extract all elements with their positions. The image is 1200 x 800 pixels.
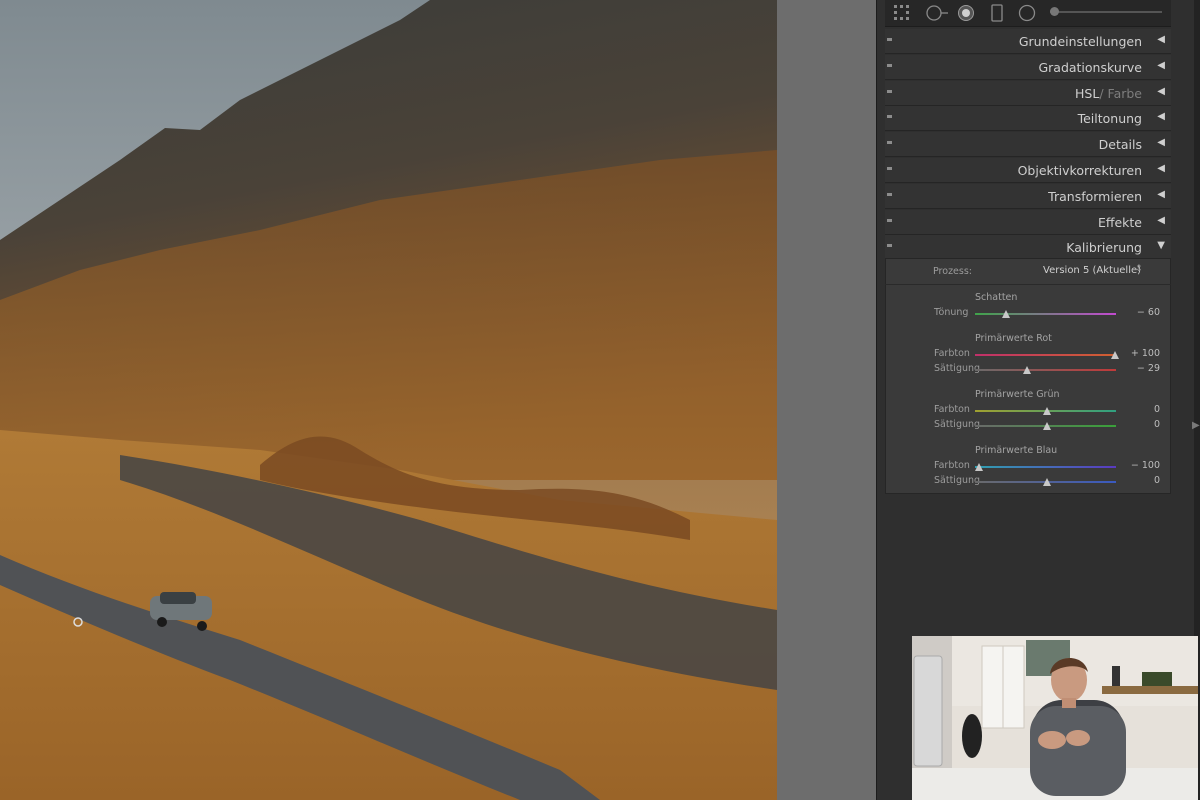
collapse-right-icon[interactable]: ▶ <box>1192 420 1200 431</box>
presenter-video <box>912 636 1198 800</box>
collapsed-arrow-icon[interactable]: ◀ <box>1157 137 1165 148</box>
section-kalibrierung[interactable]: Kalibrierung ▼ <box>885 235 1171 260</box>
slider-label: Sättigung <box>934 363 981 374</box>
grid-crop-icon[interactable] <box>893 4 911 22</box>
slider-value[interactable]: + 100 <box>1120 348 1160 359</box>
collapsed-arrow-icon[interactable]: ◀ <box>1157 86 1165 97</box>
slider-value[interactable]: 0 <box>1120 475 1160 486</box>
section-toggle-icon[interactable] <box>887 38 892 41</box>
section-label: Grundeinstellungen <box>1018 34 1142 49</box>
section-label: Kalibrierung <box>1066 240 1142 255</box>
section-teiltonung[interactable]: Teiltonung ◀ <box>885 106 1171 131</box>
slider-thumb[interactable] <box>1023 366 1032 374</box>
group-title: Primärwerte Blau <box>975 444 1058 456</box>
slider-thumb[interactable] <box>1111 350 1119 359</box>
section-label: Effekte <box>1097 215 1142 230</box>
slider-track[interactable] <box>975 313 1116 315</box>
graduated-filter-icon[interactable] <box>988 4 1006 22</box>
select-arrows-icon: ⇕ <box>1135 264 1143 274</box>
slider-label: Farbton <box>934 347 970 359</box>
collapsed-arrow-icon[interactable]: ◀ <box>1157 111 1165 122</box>
slider-label: Farbton <box>934 403 970 415</box>
webcam-overlay <box>912 636 1198 800</box>
slider-thumb[interactable] <box>975 462 983 471</box>
radial-filter-icon[interactable] <box>1018 4 1036 22</box>
section-toggle-icon[interactable] <box>887 167 892 170</box>
slider-value[interactable]: − 29 <box>1120 363 1160 374</box>
section-toggle-icon[interactable] <box>887 219 892 222</box>
spot-removal-icon[interactable] <box>925 4 949 22</box>
group-title: Primärwerte Rot <box>975 332 1052 344</box>
collapsed-arrow-icon[interactable]: ◀ <box>1157 163 1165 174</box>
slider-thumb[interactable] <box>1043 422 1051 430</box>
slider-label: Sättigung <box>934 475 981 486</box>
section-label: Teiltonung <box>1077 111 1142 126</box>
process-select[interactable]: Version 5 (Aktuelle) <box>1043 265 1141 276</box>
collapsed-arrow-icon[interactable]: ◀ <box>1157 215 1165 226</box>
section-label: HSL/ Farbe <box>1075 86 1142 101</box>
section-transformieren[interactable]: Transformieren ◀ <box>885 184 1171 209</box>
section-effekte[interactable]: Effekte ◀ <box>885 210 1171 235</box>
redeye-icon[interactable] <box>957 4 975 22</box>
section-details[interactable]: Details ◀ <box>885 132 1171 157</box>
section-toggle-icon[interactable] <box>887 90 892 93</box>
section-toggle-icon[interactable] <box>887 193 892 196</box>
group-title: Primärwerte Grün <box>975 388 1060 400</box>
section-label: Objektivkorrekturen <box>1017 163 1142 178</box>
slider-track[interactable] <box>975 369 1116 371</box>
section-label: Gradationskurve <box>1038 60 1142 75</box>
section-toggle-icon[interactable] <box>887 115 892 118</box>
slider-thumb[interactable] <box>1043 406 1051 415</box>
slider-thumb[interactable] <box>1002 310 1011 318</box>
collapsed-arrow-icon[interactable]: ◀ <box>1157 189 1165 200</box>
tool-strip <box>885 0 1171 27</box>
expanded-arrow-icon[interactable]: ▼ <box>1157 240 1165 251</box>
section-label-suffix: / Farbe <box>1099 86 1142 101</box>
slider-label: Tönung <box>934 307 969 318</box>
group-title: Schatten <box>975 292 1018 303</box>
landscape-photo <box>0 0 777 800</box>
slider-track[interactable] <box>975 465 1116 468</box>
process-row[interactable]: Prozess: Version 5 (Aktuelle) ⇕ <box>885 259 1171 285</box>
slider-value[interactable]: − 60 <box>1120 307 1160 318</box>
section-hsl-farbe[interactable]: HSL/ Farbe ◀ <box>885 81 1171 106</box>
brush-size-knob[interactable] <box>1050 7 1059 16</box>
section-label: Details <box>1098 137 1142 152</box>
collapsed-arrow-icon[interactable]: ◀ <box>1157 60 1165 71</box>
section-objektivkorrekturen[interactable]: Objektivkorrekturen ◀ <box>885 158 1171 183</box>
process-label: Prozess: <box>933 266 973 277</box>
slider-value[interactable]: − 100 <box>1120 460 1160 471</box>
gray-gutter <box>777 0 876 800</box>
slider-thumb[interactable] <box>1043 478 1051 486</box>
slider-label: Farbton <box>934 459 970 471</box>
brush-size-slider[interactable] <box>1050 11 1162 13</box>
collapsed-arrow-icon[interactable]: ◀ <box>1157 34 1165 45</box>
section-gradationskurve[interactable]: Gradationskurve ◀ <box>885 55 1171 80</box>
section-toggle-icon[interactable] <box>887 244 892 247</box>
slider-value[interactable]: 0 <box>1120 419 1160 430</box>
photo-preview[interactable] <box>0 0 777 800</box>
section-toggle-icon[interactable] <box>887 141 892 144</box>
section-toggle-icon[interactable] <box>887 64 892 67</box>
slider-track[interactable] <box>975 353 1116 356</box>
section-label: Transformieren <box>1048 189 1142 204</box>
slider-label: Sättigung <box>934 419 981 430</box>
slider-value[interactable]: 0 <box>1120 404 1160 415</box>
section-grundeinstellungen[interactable]: Grundeinstellungen ◀ <box>885 29 1171 54</box>
